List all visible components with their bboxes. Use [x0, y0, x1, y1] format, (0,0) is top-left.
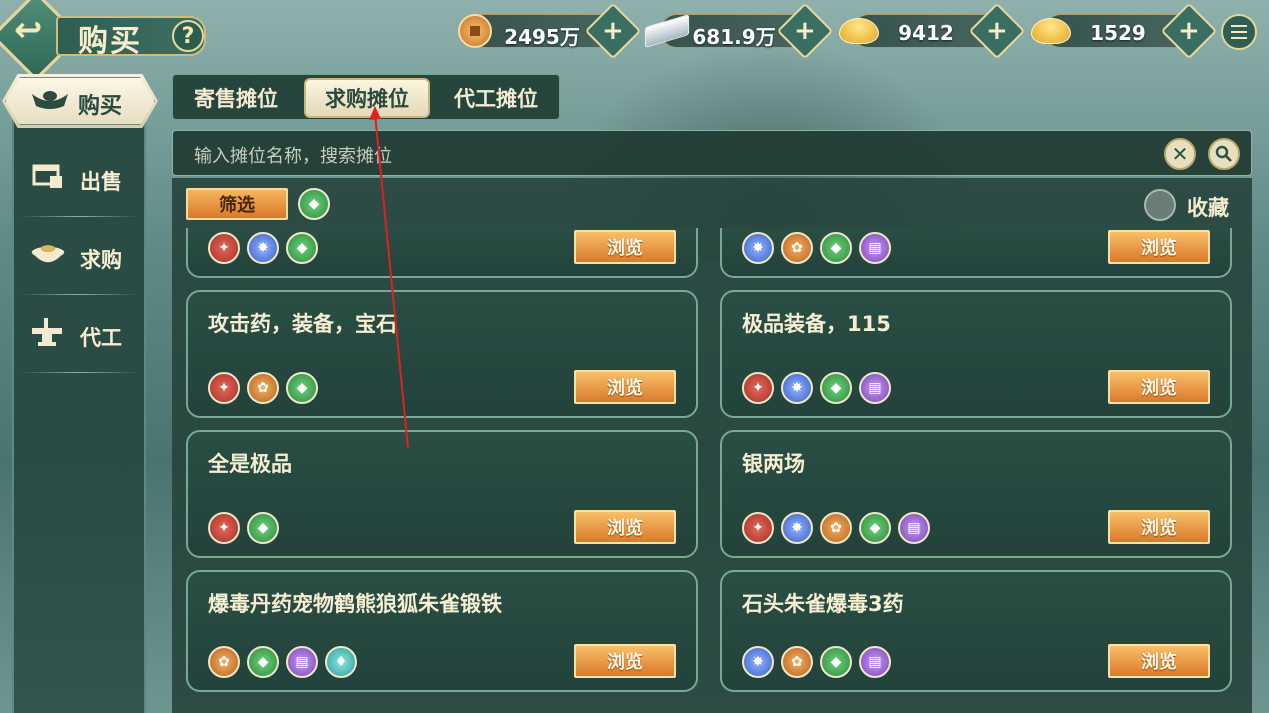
search-icon [1215, 145, 1232, 162]
stall-card[interactable]: ✸ ✿ ◆ ▤ 浏览 [720, 228, 1232, 278]
stall-card[interactable]: 银两场 ✦ ✸ ✿ ◆ ▤ 浏览 [720, 430, 1232, 558]
divider [20, 294, 138, 295]
gem-category-icon: ✸ [247, 232, 279, 264]
gem-category-icon: ✸ [781, 372, 813, 404]
jade-category-icon[interactable]: ◆ [298, 188, 330, 220]
pet-category-icon: ✿ [781, 232, 813, 264]
back-arrow-icon: ↩ [14, 10, 43, 50]
stall-category-icons: ✸ ✿ ◆ ▤ [742, 232, 891, 264]
sidebar-item-label: 购买 [78, 94, 123, 119]
browse-button[interactable]: 浏览 [1108, 510, 1210, 544]
browse-button[interactable]: 浏览 [574, 510, 676, 544]
pet-category-icon: ✿ [208, 646, 240, 678]
browse-button[interactable]: 浏览 [1108, 644, 1210, 678]
sidebar-item-label: 出售 [80, 170, 122, 194]
stall-card[interactable]: 极品装备，115 ✦ ✸ ◆ ▤ 浏览 [720, 290, 1232, 418]
favorite-label: 收藏 [1187, 196, 1229, 220]
stall-title: 极品装备，115 [742, 312, 891, 336]
tab-request-stall[interactable]: 求购摊位 [304, 78, 430, 118]
browse-button[interactable]: 浏览 [574, 230, 676, 264]
menu-icon [1231, 25, 1247, 39]
scroll-category-icon: ▤ [859, 232, 891, 264]
divider [20, 372, 138, 373]
browse-button[interactable]: 浏览 [574, 644, 676, 678]
stall-category-icons: ✿ ◆ ▤ ♦ [208, 646, 357, 678]
stall-card[interactable]: 爆毒丹药宠物鹤熊狼狐朱雀锻铁 ✿ ◆ ▤ ♦ 浏览 [186, 570, 698, 692]
stall-card[interactable]: ✦ ✸ ◆ 浏览 [186, 228, 698, 278]
jade-category-icon: ◆ [820, 232, 852, 264]
tab-consignment[interactable]: 寄售摊位 [180, 78, 292, 118]
pet-category-icon: ✿ [820, 512, 852, 544]
favorite-toggle[interactable] [1144, 189, 1176, 221]
stall-card[interactable]: 全是极品 ✦ ◆ 浏览 [186, 430, 698, 558]
divider [20, 216, 138, 217]
jade-category-icon: ◆ [286, 372, 318, 404]
gem-category-icon: ✸ [742, 232, 774, 264]
jade-category-icon: ◆ [247, 646, 279, 678]
jade-category-icon: ◆ [286, 232, 318, 264]
browse-button[interactable]: 浏览 [1108, 370, 1210, 404]
jade-category-icon: ◆ [859, 512, 891, 544]
stall-category-icons: ✸ ✿ ◆ ▤ [742, 646, 891, 678]
tab-craft-stall[interactable]: 代工摊位 [440, 78, 552, 118]
sidebar-item-request[interactable]: 求购 [12, 228, 146, 288]
currency-gold-bag: 9412 + [839, 2, 1026, 60]
jade-category-icon: ◆ [247, 512, 279, 544]
currency-copper: 2495万 + [458, 2, 642, 60]
bowl-icon [30, 240, 66, 270]
scroll-category-icon: ▤ [859, 646, 891, 678]
stall-title: 石头朱雀爆毒3药 [742, 592, 904, 616]
stall-card[interactable]: 石头朱雀爆毒3药 ✸ ✿ ◆ ▤ 浏览 [720, 570, 1232, 692]
stall-category-icons: ✦ ✸ ✿ ◆ ▤ [742, 512, 930, 544]
sidebar-item-craft[interactable]: 代工 [12, 306, 146, 366]
warrior-category-icon: ✦ [742, 512, 774, 544]
stall-title: 银两场 [742, 452, 805, 476]
gem-category-icon: ✸ [781, 512, 813, 544]
pet-category-icon: ✿ [247, 372, 279, 404]
gem-category-icon: ✸ [742, 646, 774, 678]
scroll-category-icon: ▤ [859, 372, 891, 404]
stall-category-icons: ✦ ✸ ◆ ▤ [742, 372, 891, 404]
stall-title: 全是极品 [208, 452, 292, 476]
page-title: 购买 [78, 24, 142, 59]
pet-category-icon: ✿ [781, 646, 813, 678]
stall-title: 攻击药，装备，宝石 [208, 312, 397, 336]
clear-search-button[interactable]: ✕ [1164, 138, 1196, 170]
search-placeholder: 输入摊位名称，搜索摊位 [194, 146, 392, 167]
stall-title: 爆毒丹药宠物鹤熊狼狐朱雀锻铁 [208, 592, 502, 616]
browse-button[interactable]: 浏览 [574, 370, 676, 404]
currency-gold-ingot: 1529 + [1031, 2, 1218, 60]
stall-category-icons: ✦ ✿ ◆ [208, 372, 318, 404]
jade-category-icon: ◆ [820, 372, 852, 404]
browse-button[interactable]: 浏览 [1108, 230, 1210, 264]
warrior-category-icon: ✦ [208, 232, 240, 264]
scroll-category-icon: ▤ [898, 512, 930, 544]
warrior-category-icon: ✦ [208, 512, 240, 544]
sidebar-item-label: 求购 [80, 248, 122, 272]
help-button[interactable]: ? [172, 20, 204, 52]
stall-category-icons: ✦ ✸ ◆ [208, 232, 318, 264]
stall-card[interactable]: 攻击药，装备，宝石 ✦ ✿ ◆ 浏览 [186, 290, 698, 418]
ingot-icon [30, 88, 70, 112]
filter-button[interactable]: 筛选 [186, 188, 288, 220]
menu-button[interactable] [1221, 14, 1257, 50]
stall-category-icons: ✦ ◆ [208, 512, 279, 544]
jade-category-icon: ◆ [820, 646, 852, 678]
add-gold-ingot-button[interactable]: + [1160, 2, 1218, 60]
warrior-category-icon: ✦ [742, 372, 774, 404]
currency-silver: 681.9万 + [644, 2, 834, 60]
scroll-category-icon: ▤ [286, 646, 318, 678]
sidebar-item-label: 代工 [80, 326, 122, 350]
potion-category-icon: ♦ [325, 646, 357, 678]
warrior-category-icon: ✦ [208, 372, 240, 404]
stall-icon [30, 162, 66, 192]
search-button[interactable] [1208, 138, 1240, 170]
anvil-icon [30, 318, 66, 348]
sidebar-item-sell[interactable]: 出售 [12, 150, 146, 210]
